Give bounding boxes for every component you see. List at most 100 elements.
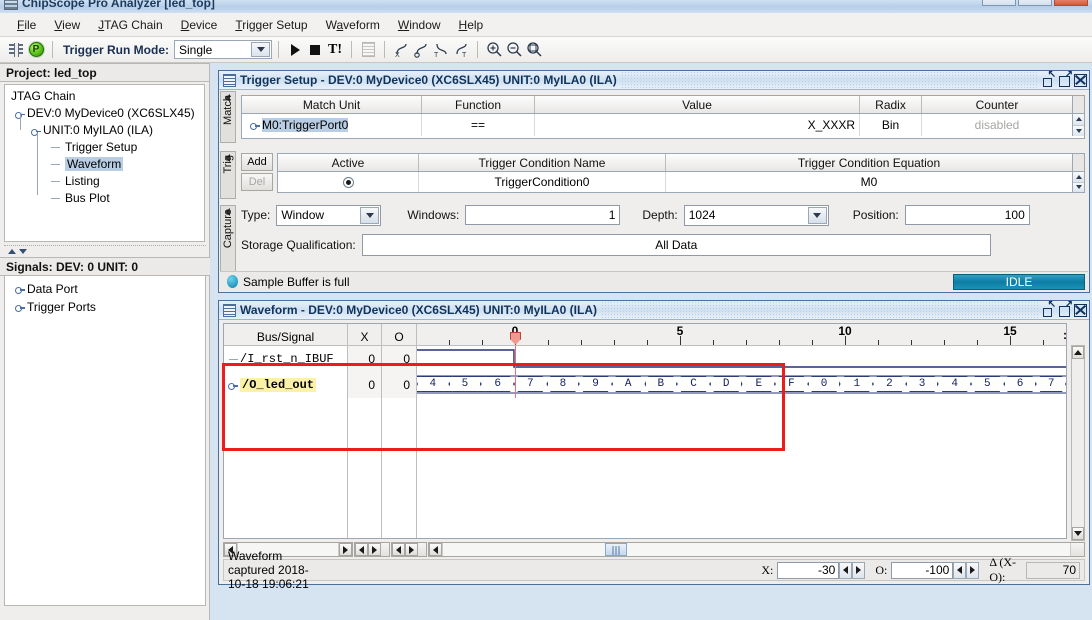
- scroll-track[interactable]: [442, 543, 1071, 556]
- maximize-button[interactable]: [1018, 0, 1052, 6]
- tree-item-waveform[interactable]: Waveform: [51, 156, 124, 172]
- scroll-left-icon[interactable]: [429, 543, 442, 556]
- table-row[interactable]: M0:TriggerPort0 == X_XXXR Bin disabled: [242, 114, 1084, 136]
- chevron-down-icon[interactable]: [360, 206, 380, 224]
- program-p-icon[interactable]: P: [26, 40, 46, 60]
- grid-icon[interactable]: [6, 40, 26, 60]
- trigger-condition-table[interactable]: Active Trigger Condition Name Trigger Co…: [277, 153, 1085, 193]
- spin-down-icon[interactable]: [1073, 182, 1084, 192]
- cell-x-value[interactable]: 0: [348, 372, 382, 398]
- row-spinner[interactable]: [1072, 114, 1084, 136]
- cell-match-unit[interactable]: M0:TriggerPort0: [242, 114, 422, 136]
- capture-type-select[interactable]: Window: [276, 204, 382, 226]
- cursor-x-input[interactable]: -30: [777, 561, 840, 579]
- cell-x-value[interactable]: 0: [348, 346, 382, 372]
- cursor-x-line[interactable]: [515, 346, 516, 372]
- column-header-value[interactable]: Value: [535, 96, 860, 113]
- zoom-fit-icon[interactable]: [524, 40, 544, 60]
- scroll-thumb[interactable]: [605, 543, 627, 556]
- table-row[interactable]: /I_rst_n_IBUF 0 0: [224, 346, 1066, 372]
- cell-radix[interactable]: Bin: [860, 114, 922, 136]
- table-row[interactable]: /O_led_out 0 0 0456789ABCDEF01234567: [224, 372, 1066, 398]
- waveform-vertical-scrollbar[interactable]: [1071, 345, 1085, 541]
- column-header-active[interactable]: Active: [278, 154, 419, 171]
- cursor-o-dec-icon[interactable]: [953, 561, 967, 579]
- waveform-horizontal-scrollbar[interactable]: [428, 542, 1085, 557]
- maximize-icon[interactable]: [1058, 69, 1073, 87]
- cell-o-value[interactable]: 0: [382, 372, 417, 398]
- spin-down-icon[interactable]: [1073, 125, 1084, 136]
- scroll-left-icon[interactable]: [392, 543, 405, 556]
- cursor-x-dec-icon[interactable]: [839, 561, 853, 579]
- tree-item-trigger-setup[interactable]: Trigger Setup: [51, 139, 137, 155]
- column-header-match-unit[interactable]: Match Unit: [242, 96, 422, 113]
- expand-handle-icon[interactable]: [15, 302, 25, 312]
- menu-view[interactable]: View: [45, 15, 89, 35]
- cell-condition-name[interactable]: TriggerCondition0: [419, 172, 666, 192]
- waveform-grid[interactable]: Bus/Signal X O 0 5 10 15: /I_rst_n_IBUF 0 0: [223, 323, 1067, 539]
- cursor-o-input[interactable]: -100: [891, 561, 954, 579]
- waveform-trace-bus[interactable]: 0456789ABCDEF01234567: [417, 372, 1066, 398]
- column-header-o[interactable]: O: [382, 324, 417, 345]
- restore-icon[interactable]: [1042, 69, 1056, 87]
- restore-icon[interactable]: [1042, 299, 1056, 317]
- trigger-now-button[interactable]: T!: [325, 40, 345, 60]
- menu-file[interactable]: File: [8, 15, 45, 35]
- row-spinner[interactable]: [1072, 172, 1084, 192]
- menu-device[interactable]: Device: [172, 15, 227, 35]
- cursor-x-inc-icon[interactable]: [852, 561, 866, 579]
- cursor-o-spinner[interactable]: [953, 561, 980, 579]
- side-tab-match[interactable]: Match: [220, 91, 236, 143]
- collapse-down-icon[interactable]: [19, 248, 27, 254]
- spin-up-icon[interactable]: [1073, 172, 1084, 183]
- x-col-scrollbar[interactable]: [354, 542, 390, 557]
- tree-item-unit[interactable]: UNIT:0 MyILA0 (ILA): [31, 122, 153, 138]
- menu-trigger-setup[interactable]: Trigger Setup: [226, 15, 316, 35]
- project-tree[interactable]: JTAG Chain DEV:0 MyDevice0 (XC6SLX45) UN…: [4, 84, 205, 242]
- trigger-next-icon[interactable]: T: [451, 40, 471, 60]
- spin-up-icon[interactable]: [1073, 114, 1084, 126]
- zoom-out-icon[interactable]: [504, 40, 524, 60]
- stop-icon[interactable]: [305, 40, 325, 60]
- scroll-right-icon[interactable]: [368, 543, 381, 556]
- match-unit-table[interactable]: Match Unit Function Value Radix Counter …: [241, 95, 1085, 139]
- zoom-in-icon[interactable]: [484, 40, 504, 60]
- column-header-radix[interactable]: Radix: [860, 96, 922, 113]
- del-button[interactable]: Del: [241, 173, 273, 191]
- scroll-right-icon[interactable]: [339, 543, 352, 556]
- storage-qualification-input[interactable]: All Data: [361, 234, 991, 256]
- depth-select[interactable]: 1024: [683, 204, 829, 226]
- time-ruler[interactable]: 0 5 10 15:: [417, 324, 1066, 345]
- cursor-o-icon[interactable]: [411, 40, 431, 60]
- cursor-x-icon[interactable]: X: [391, 40, 411, 60]
- menu-window[interactable]: Window: [389, 15, 450, 35]
- menu-jtag-chain[interactable]: JTAG Chain: [89, 15, 171, 35]
- tree-item-listing[interactable]: Listing: [51, 173, 100, 189]
- run-mode-select[interactable]: Single: [174, 40, 272, 59]
- cursor-x-spinner[interactable]: [839, 561, 866, 579]
- position-input[interactable]: 100: [904, 205, 1030, 225]
- cell-value[interactable]: X_XXXR: [535, 114, 860, 136]
- tree-item-jtag-chain[interactable]: JTAG Chain: [11, 88, 75, 104]
- list-item[interactable]: Trigger Ports: [5, 298, 205, 316]
- cursor-x-line[interactable]: [515, 372, 516, 398]
- trigger-marker-icon[interactable]: [510, 332, 521, 345]
- column-header-condition-name[interactable]: Trigger Condition Name: [419, 154, 666, 171]
- play-icon[interactable]: [285, 40, 305, 60]
- cell-active[interactable]: [278, 172, 419, 192]
- close-button[interactable]: [1054, 0, 1088, 6]
- windows-input[interactable]: 1: [465, 205, 621, 225]
- expand-handle-icon[interactable]: [228, 380, 238, 390]
- close-icon[interactable]: [1074, 303, 1087, 317]
- tree-item-bus-plot[interactable]: Bus Plot: [51, 190, 110, 206]
- expand-handle-icon[interactable]: [31, 126, 41, 136]
- o-col-scrollbar[interactable]: [391, 542, 427, 557]
- scroll-up-icon[interactable]: [1072, 346, 1084, 359]
- scroll-down-icon[interactable]: [1072, 527, 1084, 540]
- listing-icon[interactable]: [358, 40, 378, 60]
- close-icon[interactable]: [1074, 73, 1087, 87]
- signals-list[interactable]: Data Port Trigger Ports: [4, 276, 206, 606]
- menu-help[interactable]: Help: [450, 15, 493, 35]
- column-header-counter[interactable]: Counter: [922, 96, 1072, 113]
- waveform-trace-rst[interactable]: [417, 346, 1066, 372]
